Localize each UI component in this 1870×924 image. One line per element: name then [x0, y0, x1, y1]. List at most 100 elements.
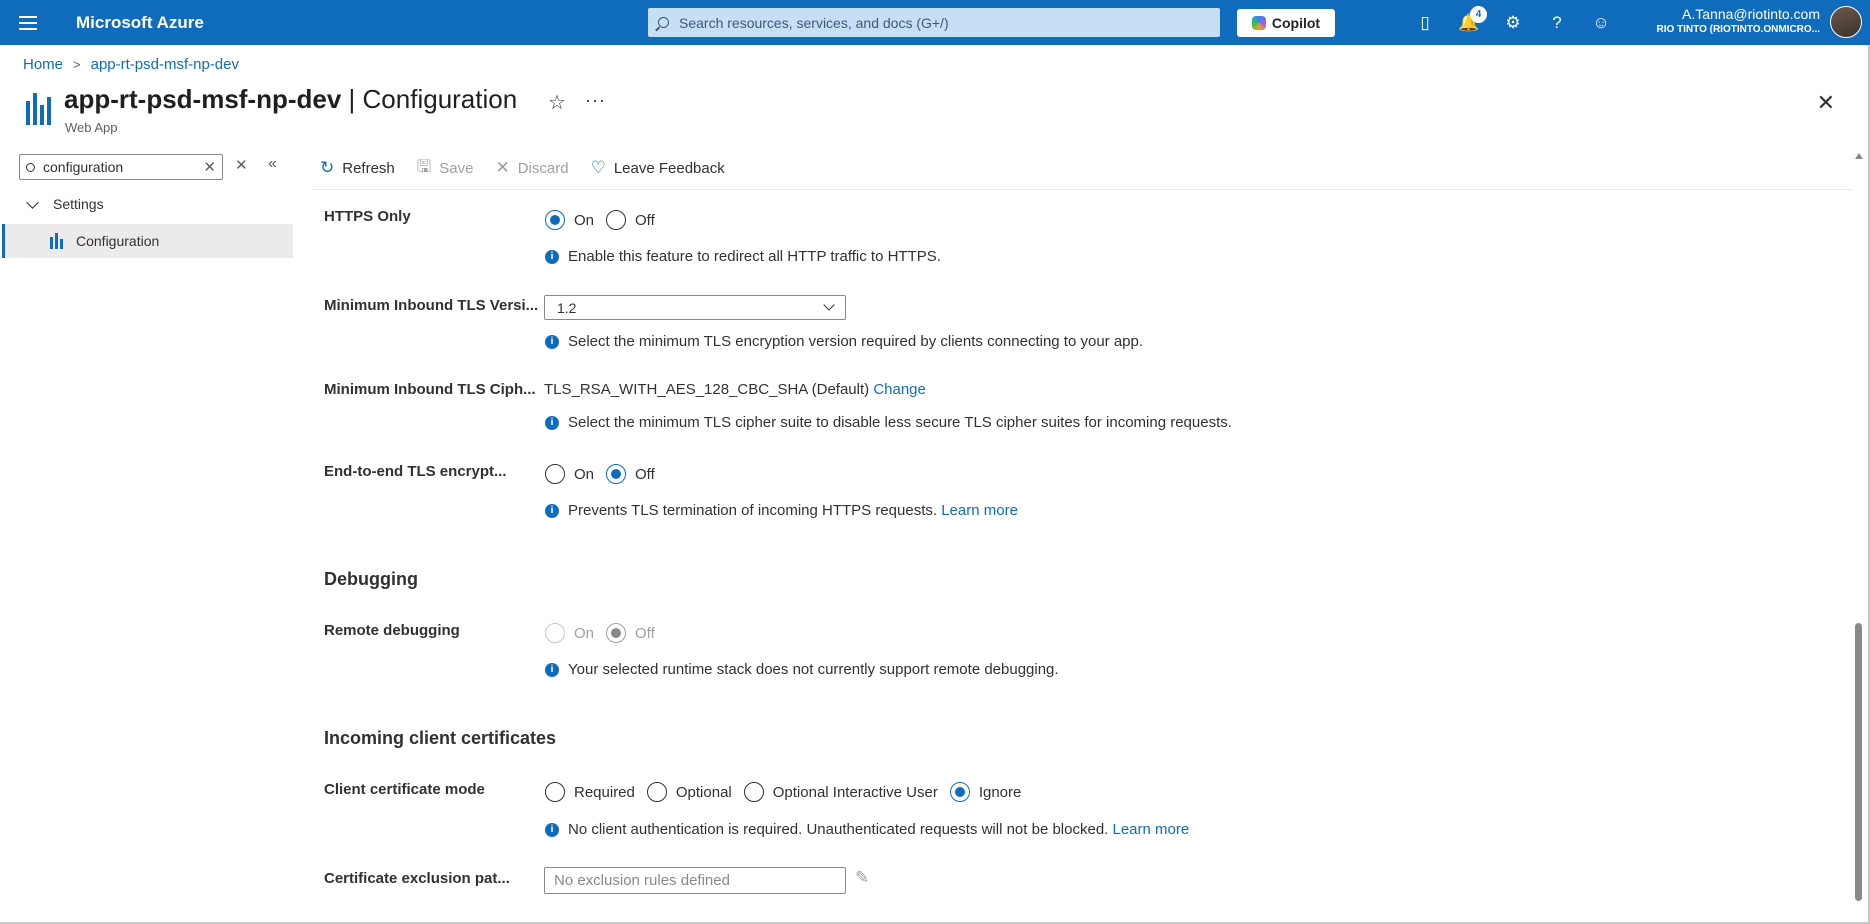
chevron-down-icon [26, 195, 39, 209]
breadcrumb-separator-icon: > [73, 57, 81, 72]
clear-search-icon[interactable]: ✕ [203, 158, 216, 176]
discard-button[interactable]: ✕ Discard [495, 158, 568, 178]
info-icon: i [545, 415, 559, 430]
cloud-shell-icon[interactable]: ▯ [1414, 12, 1436, 34]
page-title-blade: Configuration [362, 84, 518, 114]
client-cert-mode-label: Client certificate mode [324, 781, 485, 798]
info-text: Your selected runtime stack does not cur… [568, 661, 1059, 678]
save-label: Save [439, 159, 474, 177]
e2e-tls-radio-group: On Off [545, 464, 667, 484]
client-certs-section-heading: Incoming client certificates [324, 728, 557, 748]
hamburger-menu-icon[interactable] [0, 0, 56, 45]
edit-pencil-icon[interactable]: ✎ [855, 868, 869, 888]
remote-debugging-radio-group: On Off [545, 623, 667, 643]
command-bar: ↻ Refresh 🖫 Save ✕ Discard ♡ Leave Feedb… [320, 154, 747, 182]
copilot-button[interactable]: Copilot [1237, 9, 1335, 37]
e2e-tls-label: End-to-end TLS encrypt... [324, 463, 507, 480]
configuration-icon [50, 233, 64, 249]
copilot-icon [1251, 16, 1266, 30]
change-cipher-link[interactable]: Change [873, 381, 926, 398]
global-search-input[interactable]: Search resources, services, and docs (G+… [648, 8, 1220, 37]
notification-count-badge: 4 [1470, 6, 1487, 23]
debugging-section-heading: Debugging [324, 569, 418, 589]
scrollbar-thumb[interactable] [1855, 623, 1862, 901]
search-icon [658, 17, 669, 28]
cert-exclusion-field[interactable]: No exclusion rules defined [544, 867, 846, 894]
feedback-icon[interactable]: ☺ [1590, 12, 1612, 34]
e2e-tls-learn-more-link[interactable]: Learn more [941, 502, 1018, 519]
discard-label: Discard [517, 159, 569, 177]
chevron-down-icon [823, 299, 835, 311]
client-cert-optional-interactive-radio[interactable]: Optional Interactive User [743, 782, 938, 802]
page-title-separator: | [341, 84, 363, 114]
favorite-star-icon[interactable]: ☆ [548, 90, 566, 115]
info-icon: i [545, 822, 559, 837]
https-only-off-radio[interactable]: Off [606, 210, 655, 230]
breadcrumb-home[interactable]: Home [23, 56, 63, 73]
client-cert-ignore-radio[interactable]: Ignore [949, 782, 1021, 802]
save-button[interactable]: 🖫 Save [417, 154, 474, 183]
client-cert-mode-info: i No client authentication is required. … [545, 821, 1189, 838]
client-cert-optional-radio[interactable]: Optional [646, 782, 732, 802]
more-options-icon[interactable]: ··· [585, 90, 606, 111]
breadcrumb: Home > app-rt-psd-msf-np-dev [23, 56, 239, 73]
user-email: A.Tanna@riotinto.com [1682, 6, 1820, 22]
scroll-up-icon[interactable] [1855, 153, 1863, 159]
info-icon: i [545, 249, 559, 264]
page-subtitle: Web App [65, 120, 118, 135]
dropdown-value: 1.2 [557, 299, 577, 316]
info-text: Prevents TLS termination of incoming HTT… [568, 502, 938, 519]
info-text: Select the minimum TLS encryption versio… [568, 333, 1144, 350]
close-blade-icon[interactable]: ✕ [1817, 90, 1835, 116]
web-app-icon [26, 93, 52, 125]
info-icon: i [545, 662, 559, 677]
cipher-value-text: TLS_RSA_WITH_AES_128_CBC_SHA (Default) [544, 381, 870, 398]
e2e-tls-off-radio[interactable]: Off [606, 464, 655, 484]
selection-indicator [2, 224, 5, 258]
client-cert-mode-radio-group: Required Optional Optional Interactive U… [545, 782, 1033, 802]
info-icon: i [545, 503, 559, 518]
remote-debugging-on-radio: On [545, 623, 594, 643]
page-title-resource: app-rt-psd-msf-np-dev [64, 84, 342, 114]
min-cipher-info: i Select the minimum TLS cipher suite to… [545, 414, 1232, 431]
help-icon[interactable]: ? [1546, 12, 1568, 34]
heart-icon: ♡ [590, 158, 606, 177]
collapse-menu-icon[interactable]: « [268, 155, 277, 173]
copilot-label: Copilot [1271, 15, 1321, 31]
menu-search-value: configuration [43, 159, 124, 175]
https-only-info: i Enable this feature to redirect all HT… [545, 248, 941, 265]
search-placeholder: Search resources, services, and docs (G+… [679, 14, 949, 31]
https-only-label: HTTPS Only [324, 208, 411, 225]
sidebar-item-label: Configuration [76, 233, 160, 249]
info-text: No client authentication is required. Un… [568, 821, 1109, 838]
refresh-icon: ↻ [320, 158, 335, 177]
https-only-on-radio[interactable]: On [545, 210, 594, 230]
https-only-radio-group: On Off [545, 210, 667, 230]
refresh-button[interactable]: ↻ Refresh [320, 158, 395, 178]
remote-debugging-label: Remote debugging [324, 622, 460, 639]
search-icon [26, 162, 35, 172]
client-cert-learn-more-link[interactable]: Learn more [1113, 821, 1190, 838]
collapse-all-icon[interactable]: ✕ [235, 156, 248, 174]
min-cipher-label: Minimum Inbound TLS Ciph... [324, 381, 536, 398]
leave-feedback-button[interactable]: ♡ Leave Feedback [591, 158, 725, 178]
portal-brand[interactable]: Microsoft Azure [76, 13, 646, 33]
divider [312, 189, 1852, 190]
e2e-tls-on-radio[interactable]: On [545, 464, 594, 484]
settings-gear-icon[interactable]: ⚙ [1502, 12, 1524, 34]
sidebar-item-configuration[interactable]: Configuration [2, 224, 293, 258]
remote-debugging-off-radio: Off [606, 623, 655, 643]
content-scrollbar[interactable] [1852, 150, 1866, 904]
info-icon: i [545, 334, 559, 349]
feedback-label: Leave Feedback [613, 159, 725, 177]
menu-search-input[interactable]: configuration ✕ [19, 154, 223, 180]
remote-debugging-info: i Your selected runtime stack does not c… [545, 661, 1059, 678]
avatar[interactable] [1830, 6, 1862, 38]
refresh-label: Refresh [342, 159, 395, 177]
menu-group-settings[interactable]: Settings [24, 195, 104, 212]
min-tls-version-dropdown[interactable]: 1.2 [544, 295, 846, 320]
breadcrumb-resource[interactable]: app-rt-psd-msf-np-dev [91, 56, 239, 73]
account-menu[interactable]: A.Tanna@riotinto.com RIO TINTO (RIOTINTO… [1656, 6, 1820, 37]
user-tenant: RIO TINTO (RIOTINTO.ONMICRO... [1656, 24, 1820, 35]
client-cert-required-radio[interactable]: Required [545, 782, 635, 802]
